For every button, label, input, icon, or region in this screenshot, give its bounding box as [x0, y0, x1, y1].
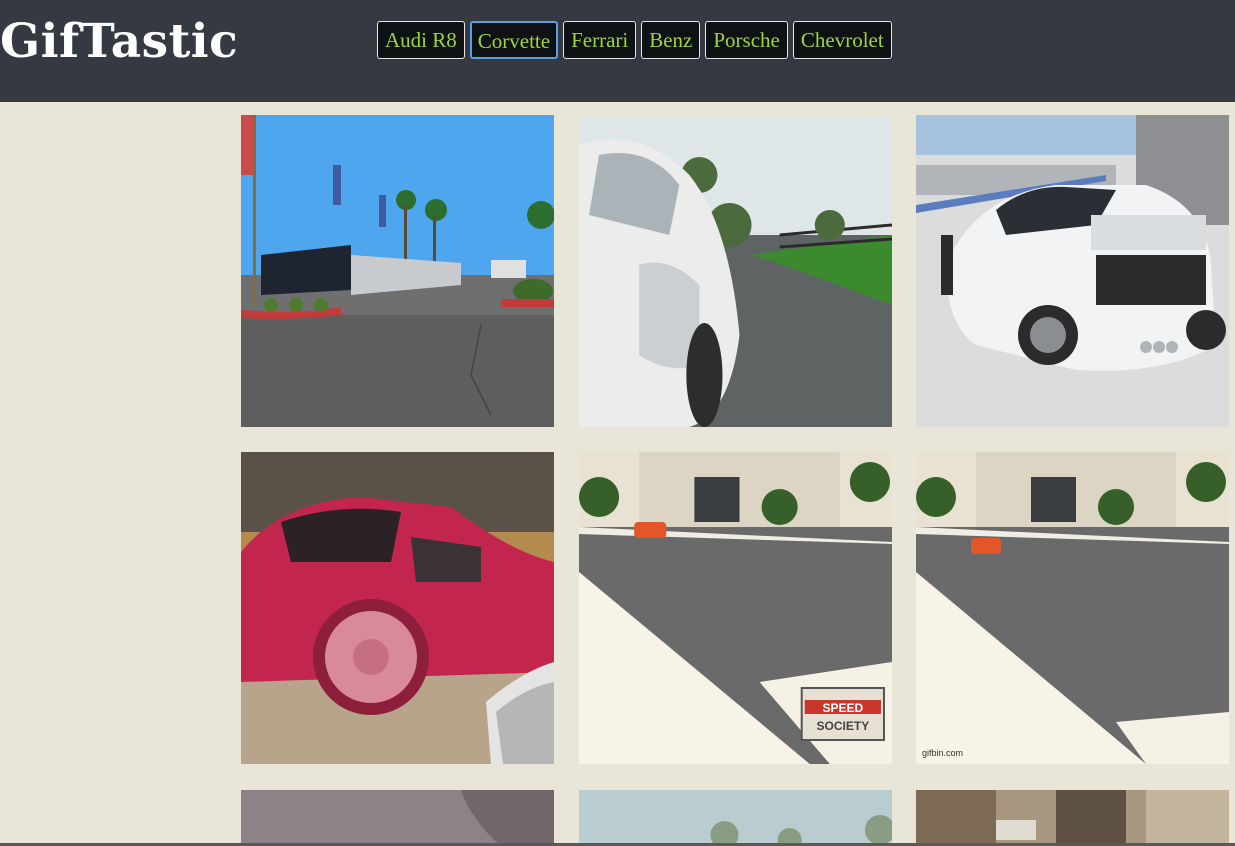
gif-rc-car-driveway-2[interactable]: gifbin.com [916, 452, 1229, 764]
gif-city-street[interactable] [916, 790, 1229, 846]
gif-white-car-motion[interactable] [579, 115, 892, 427]
svg-text:SOCIETY: SOCIETY [816, 719, 869, 733]
gif-sky-trees[interactable] [579, 790, 892, 846]
gif-red-corvette[interactable] [241, 452, 554, 764]
gif-white-corvette-track[interactable] [916, 115, 1229, 427]
gif-rc-car-driveway[interactable]: SPEED SOCIETY [579, 452, 892, 764]
svg-text:SPEED: SPEED [822, 701, 863, 715]
svg-text:gifbin.com: gifbin.com [922, 748, 963, 758]
gif-grid: SPEED SOCIETY gifbin.com [0, 0, 1235, 846]
gif-mauve-blur[interactable] [241, 790, 554, 846]
gif-dealership-lot[interactable] [241, 115, 554, 427]
